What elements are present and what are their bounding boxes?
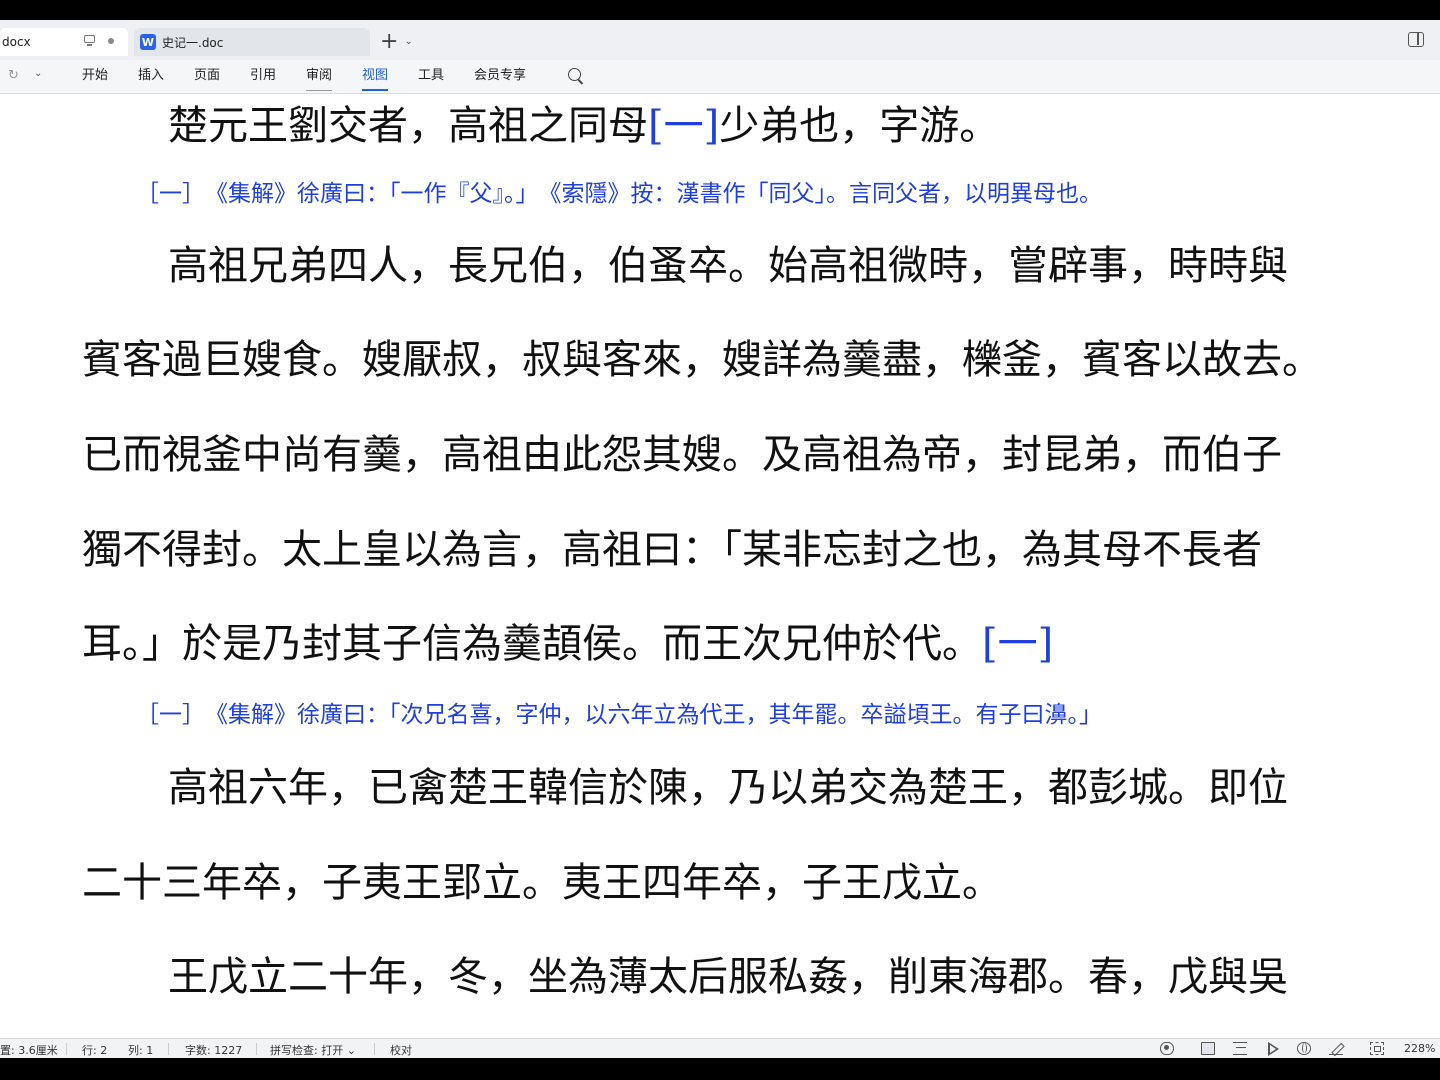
menu-bar: ↻ ⌄ 开始 插入 页面 引用 审阅 视图 工具 会员专享	[0, 60, 1440, 94]
menu-view[interactable]: 视图	[362, 67, 389, 91]
top-frame	[0, 0, 1440, 20]
paragraph-line: 王戊立二十年，冬，坐為薄太后服私姦，削東海郡。春，戊與吳	[168, 954, 1288, 1000]
divider	[374, 1043, 375, 1055]
paragraph-line: 耳。」於是乃封其子信為羹頡侯。而王次兄仲於代。[一]	[82, 618, 1053, 670]
status-word-count[interactable]: 字数: 1227	[185, 1042, 242, 1058]
redo-icon[interactable]: ↻	[8, 68, 19, 83]
status-col[interactable]: 列: 1	[128, 1042, 153, 1058]
footnote-ref[interactable]: [一]	[982, 621, 1053, 667]
spell-check-toggle[interactable]: 拼写检查: 打开 ⌄	[270, 1042, 356, 1058]
menu-review[interactable]: 审阅	[306, 67, 333, 91]
pen-icon[interactable]	[1329, 1042, 1343, 1055]
menu-home[interactable]: 开始	[82, 67, 108, 87]
menu-page[interactable]: 页面	[194, 67, 220, 87]
unsaved-dot-icon[interactable]	[108, 38, 114, 44]
document-canvas[interactable]: 楚元王劉交者，高祖之同母[一]少弟也，字游。 ［一］ 《集解》徐廣曰：「一作『父…	[0, 94, 1440, 1038]
paragraph-line: 楚元王劉交者，高祖之同母[一]少弟也，字游。	[168, 100, 999, 152]
footnote-line: ［一］ 《集解》徐廣曰：「次兄名喜，字仲，以六年立為代王，其年罷。卒謚頃王。有子…	[136, 702, 1102, 728]
status-row[interactable]: 行: 2	[82, 1042, 107, 1058]
paragraph-line: 高祖兄弟四人，長兄伯，伯蚤卒。始高祖微時，嘗辟事，時時與	[168, 243, 1288, 289]
footnote-line: ［一］ 《集解》徐廣曰：「一作『父』。」 《索隱》按：漢書作「同父」。言同父者，…	[136, 181, 1102, 207]
divider	[256, 1043, 257, 1055]
menu-tools[interactable]: 工具	[418, 67, 444, 87]
divider	[66, 1043, 67, 1055]
bottom-frame	[0, 1058, 1440, 1080]
line-text: 楚元王劉交者，高祖之同母	[168, 103, 648, 149]
status-position[interactable]: 置: 3.6厘米	[0, 1042, 58, 1058]
paragraph-line: 已而視釜中尚有羹，高祖由此怨其嫂。及高祖為帝，封昆弟，而伯子	[82, 432, 1282, 478]
menu-member[interactable]: 会员专享	[474, 67, 526, 87]
footnote-ref[interactable]: [一]	[648, 103, 719, 149]
outline-view-icon[interactable]	[1233, 1042, 1247, 1055]
tab-shiji[interactable]: W 史记一.doc	[134, 28, 370, 56]
zoom-level[interactable]: 228%	[1404, 1042, 1435, 1055]
line-text: 耳。」於是乃封其子信為羹頡侯。而王次兄仲於代。	[82, 621, 982, 667]
page-view-icon[interactable]	[1201, 1042, 1215, 1055]
wps-writer-icon: W	[140, 34, 156, 50]
line-text: 少弟也，字游。	[719, 103, 1000, 149]
globe-icon[interactable]	[1297, 1042, 1311, 1055]
plus-icon: +	[380, 28, 399, 54]
tab-docx[interactable]: docx	[0, 28, 128, 56]
monitor-icon[interactable]	[84, 35, 95, 46]
tab-label: docx	[2, 35, 31, 49]
paragraph-line: 高祖六年，已禽楚王韓信於陳，乃以弟交為楚王，都彭城。即位	[168, 765, 1288, 811]
fit-page-icon[interactable]	[1370, 1042, 1384, 1055]
divider	[168, 1043, 169, 1055]
menu-insert[interactable]: 插入	[138, 67, 164, 87]
paragraph-line: 獨不得封。太上皇以為言，高祖曰：「某非忘封之也，為其母不長者	[82, 527, 1262, 573]
eye-icon[interactable]	[1160, 1042, 1174, 1055]
status-bar: 置: 3.6厘米 行: 2 列: 1 字数: 1227 拼写检查: 打开 ⌄ 校…	[0, 1038, 1440, 1058]
new-tab-button[interactable]: + ⌄	[380, 28, 420, 54]
paragraph-line: 賓客過巨嫂食。嫂厭叔，叔與客來，嫂詳為羹盡，櫟釜，賓客以故去。	[82, 337, 1322, 383]
tab-bar: docx W 史记一.doc + ⌄	[0, 20, 1440, 60]
chevron-down-icon[interactable]: ⌄	[34, 68, 42, 79]
tab-label: 史记一.doc	[162, 35, 224, 50]
sidebar-toggle-icon[interactable]	[1408, 32, 1424, 47]
paragraph-line: 二十三年卒，子夷王郢立。夷王四年卒，子王戊立。	[82, 860, 1002, 906]
play-icon[interactable]	[1268, 1042, 1279, 1056]
menu-references[interactable]: 引用	[250, 67, 276, 87]
search-icon[interactable]	[568, 68, 581, 81]
proofread-button[interactable]: 校对	[390, 1042, 412, 1058]
chevron-down-icon: ⌄	[404, 35, 413, 47]
